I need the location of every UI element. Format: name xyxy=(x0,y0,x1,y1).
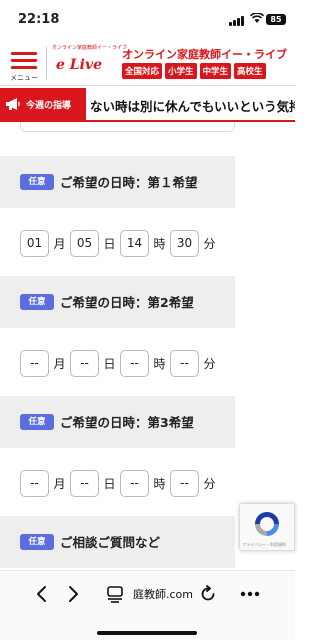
section-header-third-choice: 任意 ご希望の日時：第3希望 xyxy=(0,396,235,448)
back-button[interactable] xyxy=(30,583,52,605)
logo-text: e Live xyxy=(56,57,102,73)
tag-elementary: 小学生 xyxy=(165,63,197,79)
minute-select[interactable]: -- xyxy=(170,469,199,497)
recaptcha-badge[interactable]: プライバシー・利用規約 xyxy=(239,503,295,551)
hour-unit: 時 xyxy=(153,236,166,251)
day-unit: 日 xyxy=(103,476,116,491)
optional-badge: 任意 xyxy=(20,174,54,190)
tag-high-school: 高校生 xyxy=(234,63,266,79)
battery-icon: 85 xyxy=(266,14,286,25)
hour-select[interactable]: -- xyxy=(120,349,149,377)
minute-unit: 分 xyxy=(203,356,216,371)
banner-message: ない時は別に休んでもいいという気持ち xyxy=(90,99,295,114)
banner-tag: 今週の指導 xyxy=(0,88,86,120)
reload-button[interactable] xyxy=(197,583,219,605)
day-select[interactable]: -- xyxy=(70,469,99,497)
grade-tags: 全国対応 小学生 中学生 高校生 xyxy=(122,63,266,79)
month-unit: 月 xyxy=(53,476,66,491)
day-unit: 日 xyxy=(103,236,116,251)
day-select[interactable]: -- xyxy=(70,349,99,377)
hour-unit: 時 xyxy=(153,356,166,371)
reload-icon xyxy=(201,585,215,601)
month-select[interactable]: -- xyxy=(20,349,49,377)
section-title: ご希望の日時：第１希望 xyxy=(60,175,198,190)
wifi-icon xyxy=(250,13,264,23)
minute-unit: 分 xyxy=(203,476,216,491)
month-select[interactable]: 01 xyxy=(20,229,49,257)
home-indicator[interactable] xyxy=(97,631,197,635)
site-header: メニュー オンライン家庭教師イー・ライブ e Live オンライン家庭教師イー・… xyxy=(0,40,295,86)
banner-tag-label: 今週の指導 xyxy=(26,101,72,111)
section-header-inquiry: 任意 ご相談ご質問など xyxy=(0,516,235,568)
tag-nationwide: 全国対応 xyxy=(122,63,163,79)
address-bar[interactable]: 庭教師.com xyxy=(133,586,193,602)
page-menu-icon xyxy=(107,586,123,603)
section-title: ご希望の日時：第2希望 xyxy=(60,295,194,310)
hour-unit: 時 xyxy=(153,476,166,491)
hour-select[interactable]: 14 xyxy=(120,229,149,257)
reader-mode-button[interactable] xyxy=(104,583,126,605)
section-title: ご相談ご質問など xyxy=(60,535,161,550)
minute-unit: 分 xyxy=(203,236,216,251)
section-title: ご希望の日時：第3希望 xyxy=(60,415,194,430)
chevron-right-icon xyxy=(69,586,78,602)
status-bar: 22:18 85 xyxy=(0,0,295,40)
more-icon xyxy=(240,591,260,597)
section-header-second-choice: 任意 ご希望の日時：第2希望 xyxy=(0,276,235,328)
hamburger-icon xyxy=(6,44,42,69)
datetime-row-third-choice: -- 月 -- 日 -- 時 -- 分 xyxy=(20,466,220,500)
browser-toolbar: 庭教師.com xyxy=(0,570,295,640)
tag-junior-high: 中学生 xyxy=(199,63,232,79)
previous-field[interactable] xyxy=(20,122,235,132)
site-logo[interactable]: オンライン家庭教師イー・ライブ e Live xyxy=(52,44,128,82)
divider xyxy=(46,46,47,80)
datetime-row-second-choice: -- 月 -- 日 -- 時 -- 分 xyxy=(20,346,220,380)
brand-name: オンライン家庭教師イー・ライブ xyxy=(122,48,287,61)
logo-tagline: オンライン家庭教師イー・ライブ xyxy=(52,45,128,51)
month-select[interactable]: -- xyxy=(20,469,49,497)
hour-select[interactable]: -- xyxy=(120,469,149,497)
month-unit: 月 xyxy=(53,356,66,371)
menu-label: メニュー xyxy=(10,74,38,82)
datetime-row-first-choice: 01 月 05 日 14 時 30 分 xyxy=(20,226,220,260)
day-unit: 日 xyxy=(103,356,116,371)
status-time: 22:18 xyxy=(18,12,60,27)
day-select[interactable]: 05 xyxy=(70,229,99,257)
cellular-signal-icon xyxy=(229,16,244,26)
minute-select[interactable]: -- xyxy=(170,349,199,377)
menu-button[interactable]: メニュー xyxy=(6,44,42,84)
megaphone-icon xyxy=(6,98,20,110)
optional-badge: 任意 xyxy=(20,294,54,310)
month-unit: 月 xyxy=(53,236,66,251)
optional-badge: 任意 xyxy=(20,414,54,430)
chevron-left-icon xyxy=(37,586,46,602)
section-header-first-choice: 任意 ご希望の日時：第１希望 xyxy=(0,156,235,208)
minute-select[interactable]: 30 xyxy=(170,229,199,257)
recaptcha-text: プライバシー・利用規約 xyxy=(242,542,286,547)
forward-button[interactable] xyxy=(63,583,85,605)
weekly-guidance-banner[interactable]: 今週の指導 ない時は別に休んでもいいという気持ち xyxy=(0,88,295,122)
recaptcha-icon xyxy=(255,512,279,536)
optional-badge: 任意 xyxy=(20,534,54,550)
more-button[interactable] xyxy=(239,583,261,605)
